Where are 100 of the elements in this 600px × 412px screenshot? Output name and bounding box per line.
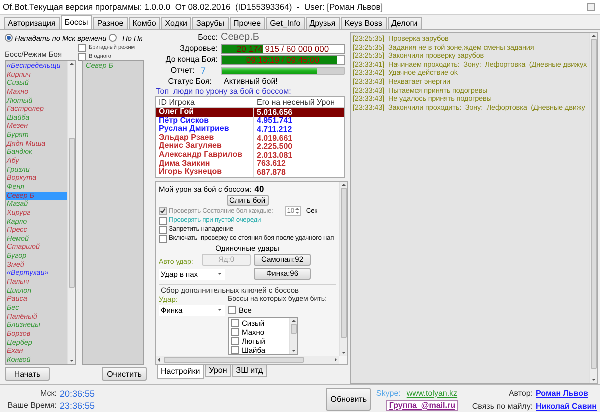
field-label: Отчет: bbox=[170, 66, 196, 75]
table-cell-text: 5.016.656 bbox=[256, 108, 294, 117]
scrollbar[interactable] bbox=[589, 33, 597, 383]
report-value: 7 bbox=[200, 66, 208, 76]
radio-button[interactable] bbox=[5, 34, 13, 42]
table-cell: Игорь Кузнецов bbox=[156, 168, 254, 177]
table-row[interactable]: Олег Гой 5.016.656 bbox=[156, 108, 344, 117]
tab[interactable]: ЗШ итд bbox=[232, 365, 268, 377]
scroll-right-icon[interactable] bbox=[333, 357, 339, 363]
scrollbar-thumb[interactable] bbox=[68, 138, 74, 288]
damage-value: 40 bbox=[254, 184, 264, 194]
scroll-down-icon[interactable] bbox=[290, 348, 296, 354]
table-row[interactable]: Эльдар Рзаев 4.019.661 bbox=[156, 134, 344, 142]
scrollbar-thumb[interactable] bbox=[340, 188, 346, 338]
checkbox[interactable] bbox=[231, 337, 239, 346]
bar-reading: 09:13:19 / 09:45:00 bbox=[245, 56, 321, 64]
table-cell-text: 2.013.081 bbox=[256, 150, 294, 160]
tab[interactable]: Делоги bbox=[388, 17, 422, 29]
bar-reading: 20 174 915 / 60 000 000 bbox=[236, 44, 330, 52]
tab[interactable]: Комбо bbox=[128, 17, 160, 29]
tab[interactable]: Зарубы bbox=[192, 17, 229, 29]
checkbox[interactable] bbox=[228, 306, 236, 314]
scrollbar[interactable] bbox=[67, 61, 75, 364]
field-label: Босс: bbox=[197, 32, 219, 42]
table-cell: Александр Гаврилов bbox=[156, 150, 254, 160]
table-row[interactable]: Денис Загуляев 2.225.500 bbox=[156, 142, 344, 151]
status-value: Активный бой! bbox=[223, 77, 278, 86]
tab[interactable]: Урон bbox=[205, 365, 232, 377]
scrollbar[interactable] bbox=[289, 318, 297, 354]
tab[interactable]: Прочее bbox=[230, 17, 266, 29]
checkbox[interactable] bbox=[78, 44, 86, 52]
table-cell-text: 4.951.741 bbox=[256, 116, 294, 126]
tab[interactable]: Keys Boss bbox=[340, 17, 386, 29]
tab[interactable]: Боссы bbox=[60, 15, 92, 29]
start-button[interactable]: Начать bbox=[5, 367, 50, 381]
table-cell: Пётр Сисков bbox=[156, 116, 254, 126]
scroll-up-icon[interactable] bbox=[340, 182, 346, 188]
checkbox[interactable] bbox=[231, 319, 239, 328]
skype-label: Skype: bbox=[376, 388, 401, 398]
table-row[interactable]: Игорь Кузнецов 687.878 bbox=[156, 168, 344, 177]
table-row[interactable]: Руслан Дмитриев 4.711.212 bbox=[156, 125, 344, 134]
checkbox[interactable] bbox=[159, 234, 167, 243]
scrollbar[interactable] bbox=[339, 182, 347, 356]
spinner-icon[interactable] bbox=[295, 207, 300, 216]
scroll-down-icon[interactable] bbox=[340, 350, 346, 356]
checkbox[interactable] bbox=[78, 53, 86, 61]
scroll-up-icon[interactable] bbox=[68, 61, 74, 67]
tab[interactable]: Друзья bbox=[306, 17, 340, 29]
checkbox[interactable] bbox=[159, 207, 167, 216]
table-row[interactable]: Дима Заикин 763.612 bbox=[156, 160, 344, 168]
checkbox[interactable] bbox=[159, 216, 167, 225]
table-cell: Руслан Дмитриев bbox=[156, 125, 254, 134]
window-button[interactable] bbox=[587, 3, 595, 11]
table-cell-text: 687.878 bbox=[256, 168, 287, 177]
table-cell: Дима Заикин bbox=[156, 160, 254, 168]
scrollbar-thumb[interactable] bbox=[164, 357, 304, 363]
author-link[interactable]: Роман Львов bbox=[536, 388, 597, 398]
time-value: 20:36:55 bbox=[60, 388, 96, 398]
time-value: 23:36:55 bbox=[60, 400, 96, 410]
field-label: Здоровье: bbox=[179, 44, 219, 53]
boss-name: Север.Б bbox=[221, 32, 260, 42]
field-label: Статус Боя: bbox=[167, 77, 213, 86]
website-link[interactable]: www.tolyan.kz bbox=[406, 388, 458, 398]
table-cell: Эльдар Рзаев bbox=[156, 134, 254, 142]
time-label: Мск: bbox=[40, 389, 57, 398]
column-header[interactable]: Его на несеный Урон bbox=[254, 98, 344, 106]
tab[interactable]: Get_Info bbox=[266, 17, 305, 29]
tab[interactable]: Разное bbox=[93, 17, 128, 29]
table-title: Топ люди по урону за бой с боссом: bbox=[155, 87, 292, 96]
checkbox[interactable] bbox=[231, 328, 239, 336]
table-cell-text: 4.711.212 bbox=[256, 124, 294, 134]
checkbox[interactable] bbox=[231, 346, 239, 354]
author-label: Автор: bbox=[508, 388, 534, 398]
table-cell-text: 4.019.661 bbox=[256, 134, 294, 143]
caret-icon bbox=[217, 307, 223, 314]
scroll-up-icon[interactable] bbox=[290, 318, 296, 324]
table-cell: Олег Гой bbox=[156, 108, 254, 117]
refresh-button[interactable]: Обновить bbox=[326, 388, 372, 411]
tab[interactable]: Авторизация bbox=[4, 17, 60, 29]
tab[interactable]: Настройки bbox=[157, 365, 204, 379]
radio-button[interactable] bbox=[108, 34, 117, 42]
time-label: Ваше Время: bbox=[6, 401, 57, 410]
field-label: До конца Боя: bbox=[164, 55, 219, 64]
contact-link[interactable]: Николай Савин bbox=[536, 402, 597, 410]
checkbox[interactable] bbox=[159, 226, 167, 234]
scroll-down-icon[interactable] bbox=[68, 358, 74, 364]
table-row[interactable]: Пётр Сисков 4.951.741 bbox=[156, 116, 344, 126]
scrollbar[interactable] bbox=[156, 356, 339, 364]
caret-icon bbox=[217, 271, 223, 278]
scroll-left-icon[interactable] bbox=[156, 357, 162, 363]
contact-label: Связь по майлу: bbox=[472, 402, 534, 410]
column-header[interactable]: ID Игрока bbox=[156, 98, 254, 106]
tab[interactable]: Ходки bbox=[161, 17, 192, 29]
window-title: Of.Bot.Текущая версия программы: 1.0.0.0 От 08.02.2016 (ID155393364) - User: [Роман Львов] bbox=[3, 2, 384, 12]
clear-button[interactable]: Очистить bbox=[102, 367, 147, 381]
table-row[interactable]: Александр Гаврилов 2.013.081 bbox=[156, 150, 344, 160]
scrollbar-thumb[interactable] bbox=[290, 324, 296, 334]
group-link[interactable]: Группа @mail.ru bbox=[386, 400, 458, 410]
table-cell-text: 763.612 bbox=[256, 159, 287, 168]
scrollbar-thumb[interactable] bbox=[590, 39, 596, 369]
